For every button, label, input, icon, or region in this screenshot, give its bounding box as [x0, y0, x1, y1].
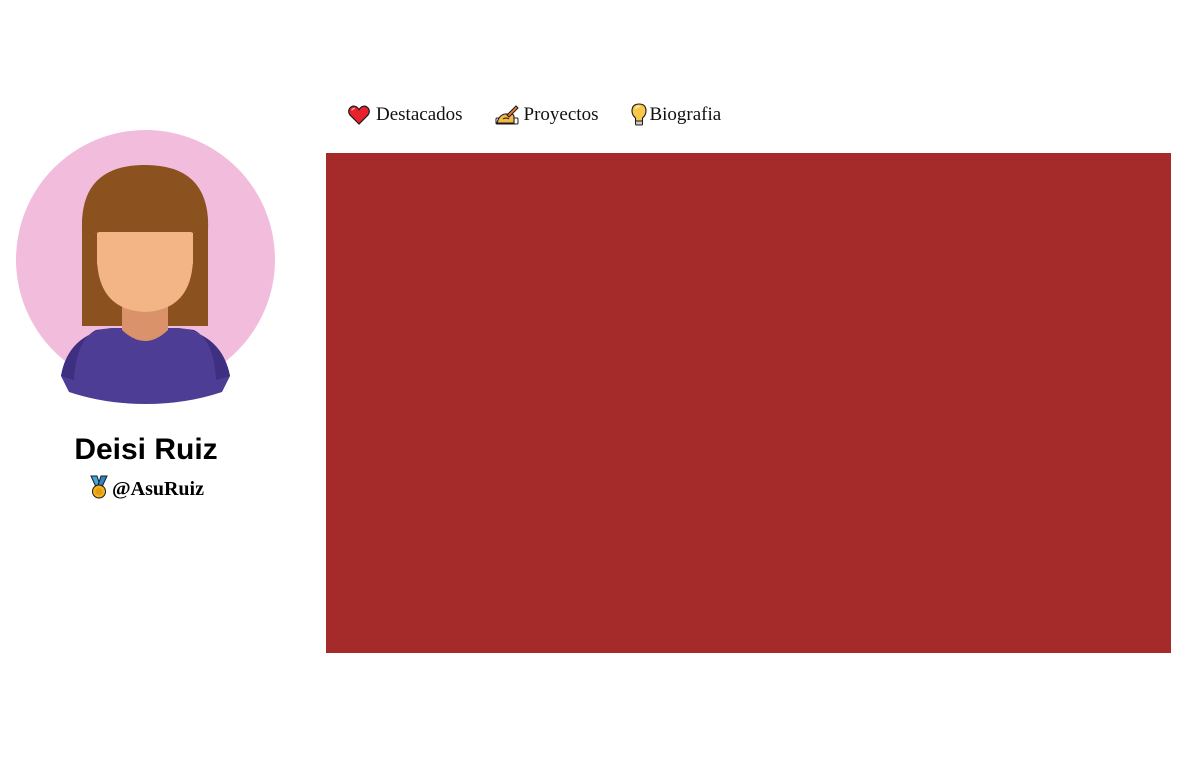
profile-page: Deisi Ruiz @AsuRuiz Destacados Proyectos… — [0, 0, 1199, 776]
profile-name: Deisi Ruiz — [74, 433, 218, 466]
heart-icon — [347, 103, 371, 127]
profile-tabs: Destacados Proyectos Biografia — [347, 100, 721, 130]
tab-biografia-label: Biografia — [649, 104, 722, 125]
profile-handle: @AsuRuiz — [112, 478, 204, 500]
tab-destacados[interactable]: Destacados — [347, 103, 463, 127]
profile-handle-row: @AsuRuiz — [0, 475, 292, 507]
tab-destacados-label: Destacados — [376, 104, 463, 125]
tab-proyectos[interactable]: Proyectos — [495, 103, 599, 127]
lightbulb-icon — [630, 103, 648, 127]
tab-biografia[interactable]: Biografia — [630, 103, 721, 127]
content-panel — [326, 153, 1171, 653]
writing-hand-icon — [495, 103, 519, 127]
medal-icon — [88, 475, 110, 507]
avatar-illustration — [16, 130, 275, 404]
tab-proyectos-label: Proyectos — [523, 104, 599, 125]
avatar — [16, 130, 275, 404]
